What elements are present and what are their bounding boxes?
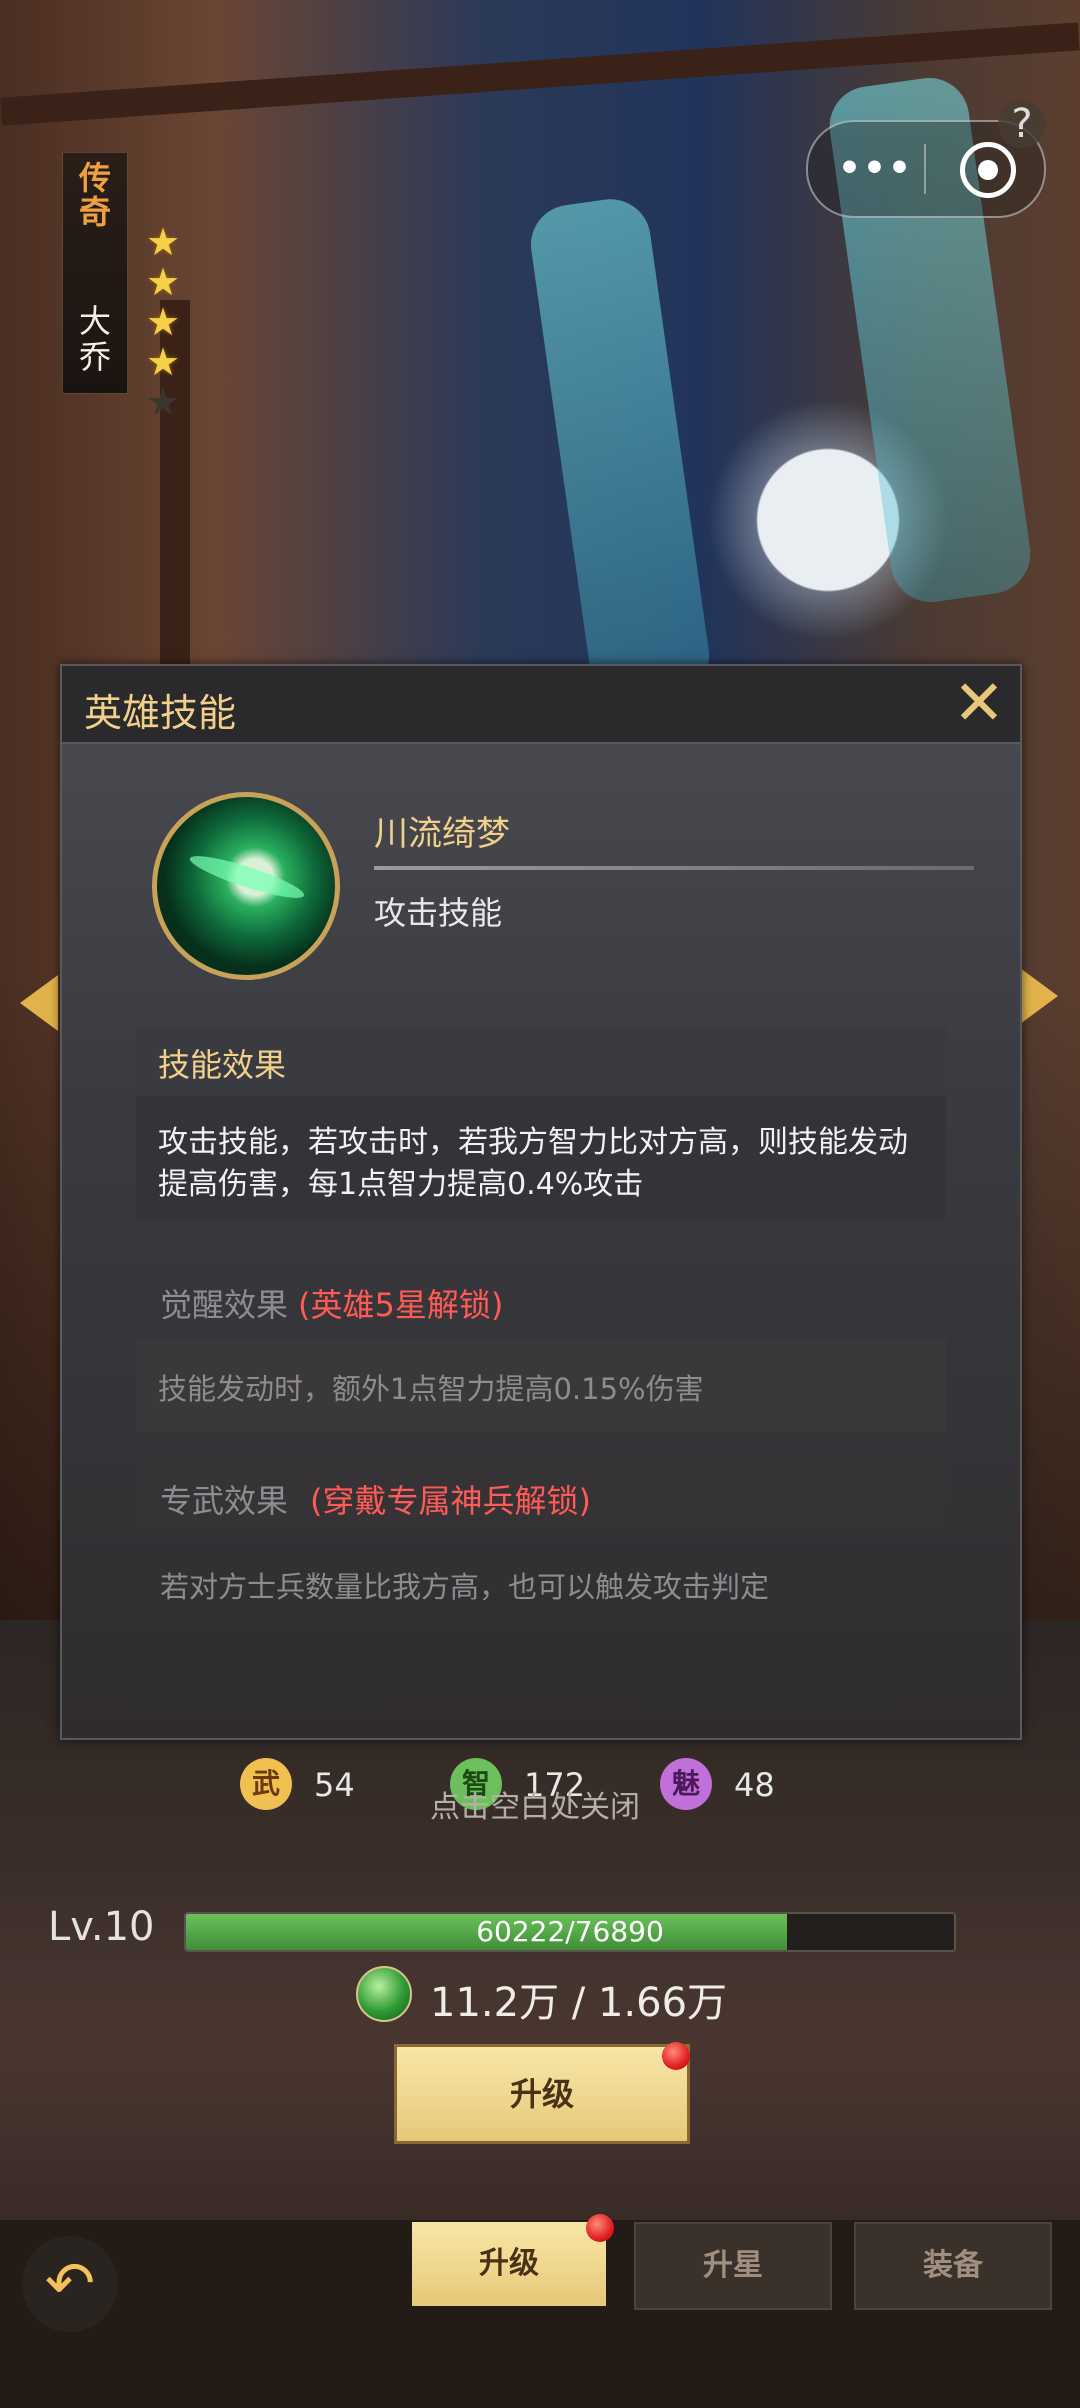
charm-icon: 魅 <box>660 1758 712 1810</box>
modal-title: 英雄技能 <box>84 691 237 735</box>
stat-value: 54 <box>314 1766 355 1804</box>
skill-effect-heading: 技能效果 <box>158 1046 287 1084</box>
awaken-effect-body: 技能发动时，额外1点智力提高0.15%伤害 <box>136 1338 946 1432</box>
xp-text: 60222/76890 <box>476 1915 664 1948</box>
weapon-effect-text: 若对方士兵数量比我方高，也可以触发攻击判定 <box>160 1570 770 1604</box>
prev-hero-arrow-icon[interactable] <box>20 975 58 1031</box>
next-hero-arrow-icon[interactable] <box>1020 968 1058 1024</box>
capsule-divider <box>924 144 926 194</box>
stat-value: 48 <box>734 1766 775 1804</box>
skill-effect-body: 攻击技能，若攻击时，若我方智力比对方高，则技能发动提高伤害，每1点智力提高0.4… <box>136 1096 946 1220</box>
awaken-lock-text: (英雄5星解锁) <box>298 1286 504 1324</box>
hero-skill-modal: 英雄技能 ✕ 川流绮梦 攻击技能 技能效果 攻击技能，若攻击时，若我方智力比对方… <box>60 664 1022 1740</box>
tab-star-up[interactable]: 升星 <box>634 2222 832 2310</box>
notification-dot <box>662 2042 690 2070</box>
tab-upgrade[interactable]: 升级 <box>412 2222 606 2306</box>
weapon-lock-text: (穿戴专属神兵解锁) <box>310 1482 591 1520</box>
exit-target-icon[interactable] <box>960 142 1016 198</box>
rarity-label: 传奇 <box>78 159 111 231</box>
xp-progress-bar: 60222/76890 <box>184 1912 956 1952</box>
back-arrow-icon[interactable]: ↶ <box>22 2236 118 2332</box>
modal-header: 英雄技能 ✕ <box>62 666 1020 744</box>
skill-icon <box>152 792 340 980</box>
curtain <box>525 194 715 706</box>
tab-equipment[interactable]: 装备 <box>854 2222 1052 2310</box>
star-rating: ★ ★ ★ ★ ★ <box>146 222 180 422</box>
rarity-tag: 传奇 大乔 <box>62 152 128 394</box>
star-filled-icon: ★ <box>146 340 181 384</box>
star-filled-icon: ★ <box>146 300 181 344</box>
help-question-icon[interactable]: ? <box>998 100 1046 148</box>
close-icon[interactable]: ✕ <box>950 672 1008 734</box>
awaken-heading: 觉醒效果 <box>160 1286 289 1324</box>
upgrade-button[interactable]: 升级 <box>394 2044 690 2144</box>
notification-dot <box>586 2214 614 2242</box>
level-label: Lv.10 <box>48 1904 155 1950</box>
force-icon: 武 <box>240 1758 292 1810</box>
skill-name: 川流绮梦 <box>374 814 510 854</box>
resource-text: 11.2万 / 1.66万 <box>430 1980 728 2026</box>
close-hint[interactable]: 点击空白处关闭 <box>430 1782 640 1826</box>
skill-effect-header: 技能效果 <box>136 1026 946 1094</box>
weapon-heading: 专武效果 <box>160 1482 289 1520</box>
star-filled-icon: ★ <box>146 220 181 264</box>
more-icon[interactable]: ••• <box>838 148 913 189</box>
hero-name: 大乔 <box>78 302 111 376</box>
skill-type: 攻击技能 <box>374 894 503 932</box>
skill-effect-text: 攻击技能，若攻击时，若我方智力比对方高，则技能发动提高伤害，每1点智力提高0.4… <box>158 1125 908 1202</box>
divider <box>374 866 974 870</box>
star-empty-icon: ★ <box>146 380 181 424</box>
resource-coin-icon <box>356 1966 412 2022</box>
awaken-effect-header: 觉醒效果 (英雄5星解锁) <box>160 1280 503 1326</box>
awaken-effect-text: 技能发动时，额外1点智力提高0.15%伤害 <box>158 1372 704 1406</box>
weapon-effect-header: 专武效果 (穿戴专属神兵解锁) <box>160 1476 591 1522</box>
star-filled-icon: ★ <box>146 260 181 304</box>
